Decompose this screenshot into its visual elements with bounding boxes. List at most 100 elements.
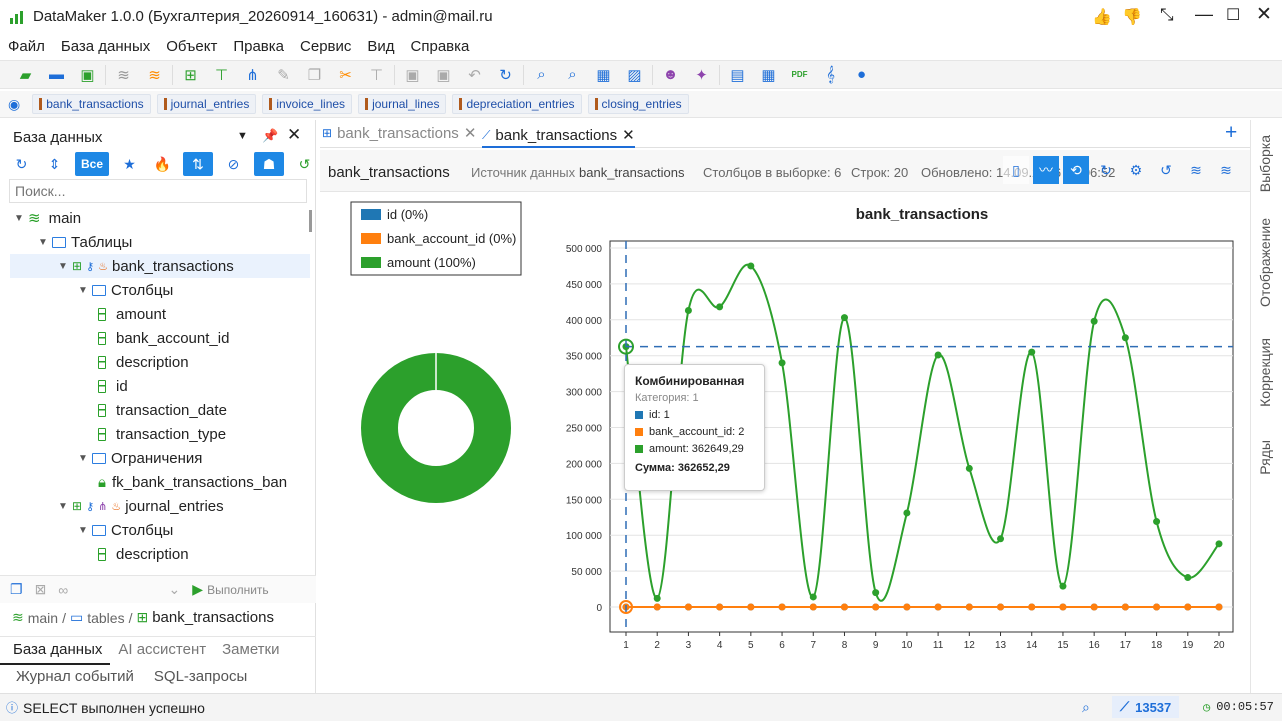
close-button[interactable]: ✕ [1256,3,1272,26]
menu-database[interactable]: База данных [53,36,158,58]
tree-item-table[interactable]: ▼ ⊞ ⚷ ♨ bank_transactions [10,254,310,278]
delete-column-icon[interactable]: ⊤ [361,63,392,87]
menu-object[interactable]: Объект [158,36,225,58]
chip-bank-transactions[interactable]: bank_transactions [32,94,151,114]
db-disconnect-icon[interactable]: ≋ [108,63,139,87]
db-search-icon[interactable]: ⌕ [557,63,588,87]
target-icon[interactable]: ◉ [8,96,20,113]
chip-depreciation-entries[interactable]: depreciation_entries [452,94,582,114]
save-icon[interactable]: ▣ [72,63,103,87]
gear-icon[interactable]: ⚙ [1123,156,1149,184]
refresh-icon[interactable]: ↻ [490,63,521,87]
tree-item-col[interactable]: bank_account_id [98,326,229,350]
tree-item-col[interactable]: amount [98,302,166,326]
new-db-icon[interactable]: ▰ [10,63,41,87]
thumbs-down-icon[interactable]: 👎 [1122,7,1142,27]
magic-wand-icon[interactable]: ✦ [686,63,717,87]
query-dropdown[interactable]: ⌄ [80,581,181,598]
expand-icon[interactable]: ▼ [78,453,92,464]
robot-icon[interactable]: ☻ [655,63,686,87]
phone-icon[interactable]: ▯ [1003,156,1029,184]
connection-count[interactable]: ⟋ 13537 [1112,696,1180,718]
tree-item-folder[interactable]: ▼ Таблицы [38,230,132,254]
tab-selection[interactable]: Выборка [1257,135,1273,192]
add-tab-icon[interactable]: + [1225,121,1237,145]
menu-service[interactable]: Сервис [292,36,359,58]
search-input[interactable] [9,179,307,203]
tab-display[interactable]: Отображение [1257,218,1273,307]
chip-invoice-lines[interactable]: invoice_lines [262,94,353,114]
tab-events[interactable]: Журнал событий [0,664,144,689]
expand-icon[interactable]: ▼ [58,501,72,512]
undo-icon[interactable]: ↶ [459,63,490,87]
menu-view[interactable]: Вид [359,36,402,58]
clear-query-icon[interactable]: ⊠ [35,581,47,598]
relation-icon[interactable]: ⋔ [237,63,268,87]
chip-closing-entries[interactable]: closing_entries [587,94,689,114]
star-icon[interactable]: ★ [117,156,142,173]
tab-close-icon[interactable]: ✕ [622,126,635,144]
play-icon[interactable]: ▶ [192,581,203,598]
tab-notes[interactable]: Заметки [214,637,287,665]
tree-item-folder[interactable]: ▼ Столбцы [78,278,173,302]
minimize-button[interactable]: — [1195,4,1213,25]
db-remove-icon[interactable]: ≋ [139,63,170,87]
tab-correction[interactable]: Коррекция [1257,338,1273,407]
menu-help[interactable]: Справка [403,36,478,58]
tree-item-col[interactable]: description [98,350,189,374]
doc-tab-2[interactable]: ⟋ bank_transactions ✕ [482,120,635,148]
tab-sql[interactable]: SQL-запросы [144,664,257,689]
stripes-icon[interactable]: ▨ [619,63,650,87]
tab-database[interactable]: База данных [0,637,111,665]
pdf-icon[interactable]: PDF [784,63,815,87]
db-settings-icon[interactable]: ≋ [1213,156,1239,184]
tree-item-folder[interactable]: ▼ Ограничения [78,446,202,470]
save-doc-icon[interactable]: ▣ [397,63,428,87]
copy-icon[interactable]: ❐ [299,63,330,87]
loop-icon[interactable]: ⟲ [1063,156,1089,184]
expand-icon[interactable]: ▼ [58,261,72,272]
fullscreen-icon[interactable]: ⤡ [1160,5,1174,25]
tree-item-col[interactable]: transaction_date [98,398,227,422]
expand-icon[interactable]: ▼ [78,525,92,536]
tree-item-db[interactable]: ▼ ≋ main [14,206,81,230]
line-chart-icon[interactable]: 〰 [1033,156,1059,184]
thumbs-up-icon[interactable]: 👍 [1092,7,1112,27]
music-icon[interactable]: 𝄞 [815,63,846,87]
filter-all-button[interactable]: Все [75,152,109,176]
tree-item-col[interactable]: description [98,542,189,566]
ghost-icon[interactable]: ☗ [254,152,284,176]
chip-journal-entries[interactable]: journal_entries [156,94,257,114]
tree-item-col[interactable]: transaction_type [98,422,226,446]
panel-menu-icon[interactable]: ▼ [237,130,248,142]
collapse-icon[interactable]: ⇕ [42,156,67,173]
tab-series[interactable]: Ряды [1257,440,1273,475]
expand-icon[interactable]: ▼ [14,213,28,224]
expand-icon[interactable]: ▼ [38,237,52,248]
history-icon[interactable]: ↺ [292,156,317,173]
circle-icon[interactable]: ● [846,63,877,87]
db-search-icon[interactable]: ⌕ [1082,699,1090,716]
maximize-button[interactable]: ☐ [1226,5,1240,25]
fire-icon[interactable]: 🔥 [150,156,175,173]
copy-query-icon[interactable]: ❐ [10,581,23,598]
tree-item-col[interactable]: id [98,374,128,398]
tab-ai[interactable]: AI ассистент [110,637,214,665]
table-export-icon[interactable]: ▦ [753,63,784,87]
menu-edit[interactable]: Правка [225,36,292,58]
run-button[interactable]: Выполнить [207,583,269,597]
expand-icon[interactable]: ▼ [78,285,92,296]
cut-icon[interactable]: ✂ [330,63,361,87]
tree-item-folder[interactable]: ▼ Столбцы [78,518,173,542]
export-doc-icon[interactable]: ▤ [722,63,753,87]
tree-item-fk[interactable]: 🔒︎ fk_bank_transactions_ban [98,470,287,494]
doc-tab-1[interactable]: ⊞ bank_transactions ✕ [322,124,477,143]
edit-icon[interactable]: ✎ [268,63,299,87]
menu-file[interactable]: Файл [0,36,53,58]
refresh-icon[interactable]: ↻ [9,156,34,173]
calculator-icon[interactable]: ▦ [588,63,619,87]
layers-icon[interactable]: ≋ [1183,156,1209,184]
add-column-icon[interactable]: ⊤ [206,63,237,87]
pin-icon[interactable]: 📌 [262,128,278,144]
tab-close-icon[interactable]: ✕ [464,124,477,142]
